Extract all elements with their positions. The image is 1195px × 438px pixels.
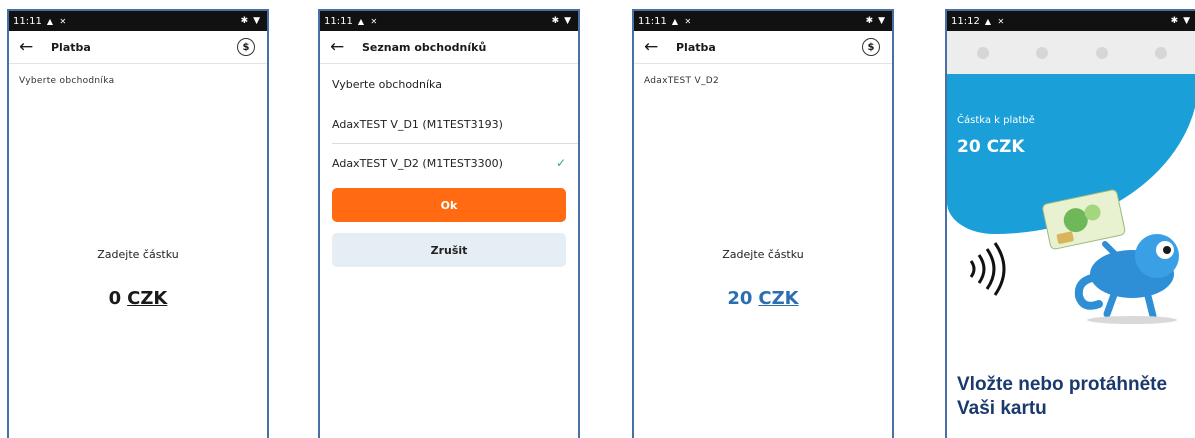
app-bar: ← Platba $ (9, 31, 267, 64)
amount-value: 20 (727, 288, 753, 309)
progress-dots (947, 31, 1195, 74)
currency-exchange-icon[interactable]: $ (237, 38, 255, 56)
status-bar: 11:11 ▲ ✕ ✱ ▼ (634, 11, 892, 31)
signal-icons: ✱ ▼ (240, 16, 261, 26)
progress-dot (976, 46, 989, 59)
status-bar: 11:12 ▲ ✕ ✱ ▼ (947, 11, 1195, 31)
currency-exchange-icon[interactable]: $ (862, 38, 880, 56)
notification-icons: ▲ ✕ (671, 16, 694, 26)
back-arrow-icon[interactable]: ← (644, 38, 670, 56)
progress-dot (1036, 46, 1049, 59)
amount-to-pay-label: Částka k platbě (957, 115, 1035, 126)
merchant-selector[interactable]: Vyberte obchodníka (9, 64, 267, 86)
ok-button[interactable]: Ok (332, 188, 566, 222)
screen-payment-filled: 11:11 ▲ ✕ ✱ ▼ ← Platba $ AdaxTEST V_D2 Za… (632, 9, 894, 438)
merchant-selector[interactable]: AdaxTEST V_D2 (634, 64, 892, 86)
status-time: 11:11 (638, 15, 667, 27)
back-arrow-icon[interactable]: ← (330, 38, 356, 56)
status-time: 11:11 (13, 15, 42, 27)
screen-payment-empty: 11:11 ▲ ✕ ✱ ▼ ← Platba $ Vyberte obchodní… (7, 9, 269, 438)
chameleon-mascot-icon (1042, 189, 1179, 324)
merchant-item-label: AdaxTEST V_D1 (M1TEST3193) (332, 118, 503, 131)
progress-dot (1095, 46, 1108, 59)
status-bar: 11:11 ▲ ✕ ✱ ▼ (320, 11, 578, 31)
app-bar: ← Seznam obchodníků (320, 31, 578, 64)
page-title: Platba (676, 40, 716, 54)
currency-link[interactable]: CZK (127, 288, 167, 309)
list-header: Vyberte obchodníka (332, 78, 442, 91)
page-title: Seznam obchodníků (362, 40, 487, 54)
screen-card-present: 11:12 ▲ ✕ ✱ ▼ Částka k platbě 20 CZK Vlo… (945, 9, 1195, 438)
enter-amount-label: Zadejte částku (722, 248, 804, 261)
notification-icons: ▲ ✕ (357, 16, 380, 26)
merchant-item-d2[interactable]: AdaxTEST V_D2 (M1TEST3300) ✓ (320, 144, 578, 182)
currency-link[interactable]: CZK (758, 288, 798, 309)
amount-to-pay-value: 20 CZK (957, 137, 1025, 157)
status-time: 11:11 (324, 15, 353, 27)
notification-icons: ▲ ✕ (46, 16, 69, 26)
signal-icons: ✱ ▼ (1170, 16, 1191, 26)
cancel-button[interactable]: Zrušit (332, 233, 566, 267)
merchant-item-d1[interactable]: AdaxTEST V_D1 (M1TEST3193) (332, 106, 578, 144)
insert-card-instruction: Vložte nebo protáhněte Vaši kartu (957, 374, 1168, 419)
notification-icons: ▲ ✕ (984, 16, 1007, 26)
app-bar: ← Platba $ (634, 31, 892, 64)
signal-icons: ✱ ▼ (551, 16, 572, 26)
enter-amount-label: Zadejte částku (97, 248, 179, 261)
amount-value: 0 (108, 288, 122, 309)
amount-display[interactable]: 0 CZK (9, 288, 267, 309)
contactless-icon (969, 242, 1006, 296)
status-bar: 11:11 ▲ ✕ ✱ ▼ (9, 11, 267, 31)
merchant-item-label: AdaxTEST V_D2 (M1TEST3300) (332, 156, 503, 170)
signal-icons: ✱ ▼ (865, 16, 886, 26)
back-arrow-icon[interactable]: ← (19, 38, 45, 56)
screen-merchant-list: 11:11 ▲ ✕ ✱ ▼ ← Seznam obchodníků Vyberte… (318, 9, 580, 438)
amount-display[interactable]: 20 CZK (634, 288, 892, 309)
status-time: 11:12 (951, 15, 980, 27)
page-title: Platba (51, 40, 91, 54)
checkmark-icon: ✓ (555, 156, 566, 170)
progress-dot (1155, 46, 1168, 59)
